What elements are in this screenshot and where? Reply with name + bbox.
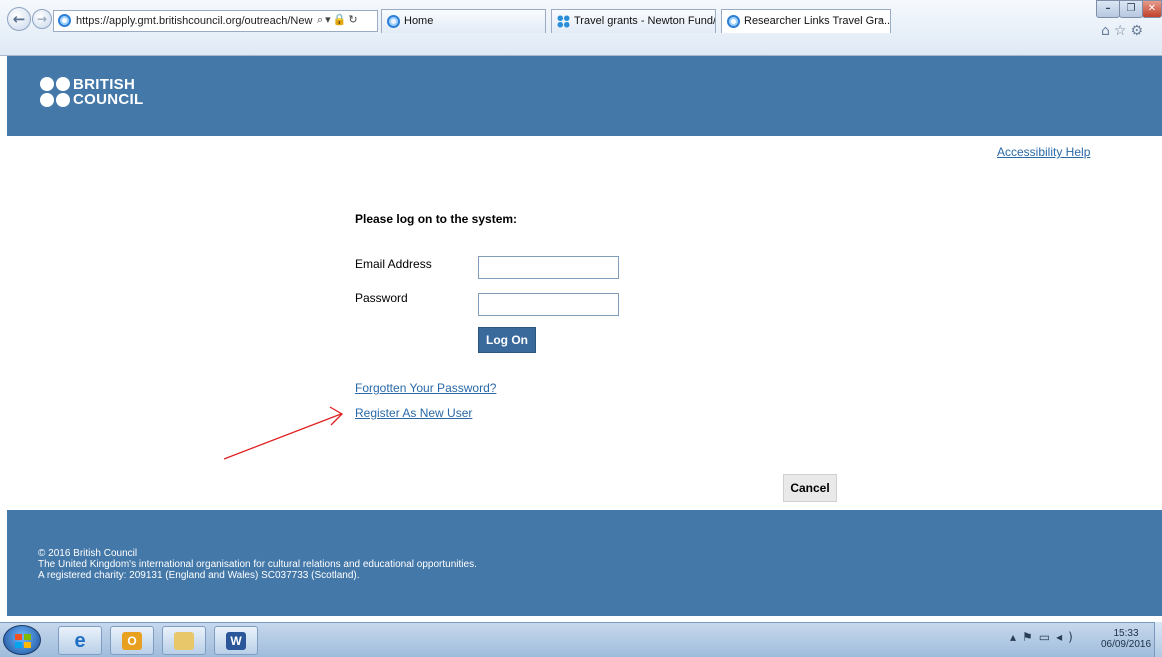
site-footer: © 2016 British Council The United Kingdo… [7, 510, 1162, 616]
charity-text: A registered charity: 209131 (England an… [38, 570, 360, 581]
outlook-icon[interactable]: O [110, 626, 154, 655]
cancel-button[interactable]: Cancel [783, 474, 837, 502]
clock-time: 15:33 [1113, 628, 1139, 639]
show-hidden-icons-icon[interactable]: ▴ [1010, 630, 1022, 644]
windows-start-icon[interactable] [3, 625, 41, 655]
system-tray: ▴⚑▭◂) [1010, 630, 1079, 644]
word-icon[interactable]: W [214, 626, 258, 655]
footer-description: The United Kingdom's international organ… [38, 559, 477, 570]
internet-explorer-icon[interactable]: e [58, 626, 102, 655]
copyright-text: © 2016 British Council [38, 548, 138, 559]
system-clock[interactable]: 15:33 06/09/2016 [1100, 628, 1152, 650]
action-center-icon[interactable]: ⚑ [1022, 630, 1039, 644]
windows-taskbar: e O W [0, 622, 1162, 657]
show-desktop-button[interactable] [1154, 622, 1162, 657]
volume-icon[interactable]: ◂) [1056, 630, 1079, 644]
file-explorer-icon[interactable] [162, 626, 206, 655]
clock-date: 06/09/2016 [1100, 639, 1152, 650]
network-icon[interactable]: ▭ [1039, 630, 1056, 644]
